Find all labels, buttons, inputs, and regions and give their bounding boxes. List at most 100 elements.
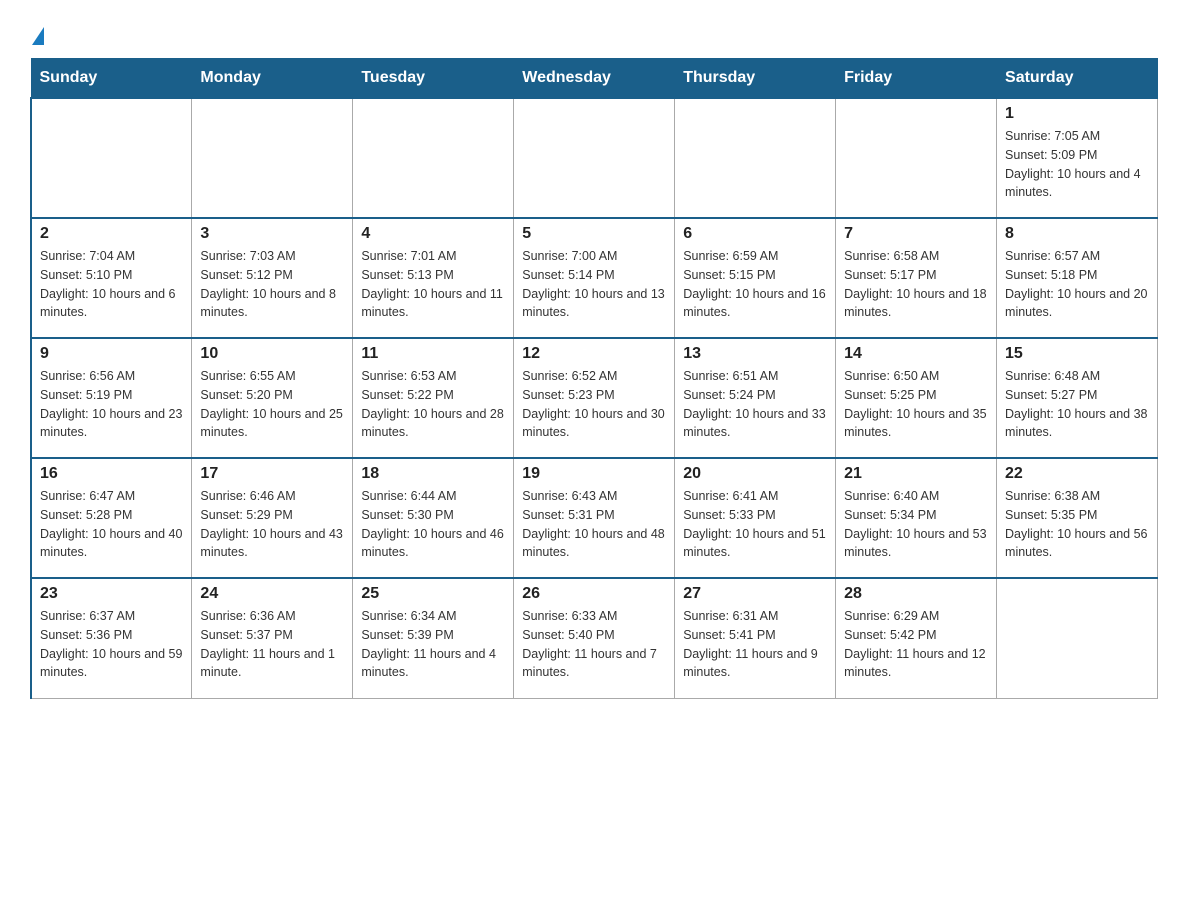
- day-number: 22: [1005, 465, 1149, 483]
- calendar-cell: 23 Sunrise: 6:37 AMSunset: 5:36 PMDayligh…: [31, 578, 192, 698]
- day-number: 21: [844, 465, 988, 483]
- day-number: 24: [200, 585, 344, 603]
- day-number: 11: [361, 345, 505, 363]
- day-number: 4: [361, 225, 505, 243]
- calendar-week-1: 1 Sunrise: 7:05 AMSunset: 5:09 PMDaylight…: [31, 98, 1158, 218]
- day-info: Sunrise: 6:59 AMSunset: 5:15 PMDaylight:…: [683, 247, 827, 322]
- calendar-cell: 20Sunrise: 6:41 AMSunset: 5:33 PMDayligh…: [675, 458, 836, 578]
- calendar-cell: [31, 98, 192, 218]
- calendar-cell: 15Sunrise: 6:48 AMSunset: 5:27 PMDayligh…: [997, 338, 1158, 458]
- calendar-cell: 18 Sunrise: 6:44 AMSunset: 5:30 PMDayligh…: [353, 458, 514, 578]
- calendar-cell: 12 Sunrise: 6:52 AMSunset: 5:23 PMDayligh…: [514, 338, 675, 458]
- day-info: Sunrise: 6:33 AMSunset: 5:40 PMDaylight:…: [522, 607, 666, 682]
- day-info: Sunrise: 6:57 AMSunset: 5:18 PMDaylight:…: [1005, 247, 1149, 322]
- calendar-cell: [514, 98, 675, 218]
- calendar-cell: 7 Sunrise: 6:58 AMSunset: 5:17 PMDaylight…: [836, 218, 997, 338]
- day-number: 9: [40, 345, 183, 363]
- calendar-cell: 10 Sunrise: 6:55 AMSunset: 5:20 PMDayligh…: [192, 338, 353, 458]
- day-number: 18: [361, 465, 505, 483]
- day-info: Sunrise: 6:58 AMSunset: 5:17 PMDaylight:…: [844, 247, 988, 322]
- calendar-cell: [997, 578, 1158, 698]
- calendar-cell: 13 Sunrise: 6:51 AMSunset: 5:24 PMDayligh…: [675, 338, 836, 458]
- day-number: 2: [40, 225, 183, 243]
- calendar-cell: 14Sunrise: 6:50 AMSunset: 5:25 PMDayligh…: [836, 338, 997, 458]
- day-info: Sunrise: 6:55 AMSunset: 5:20 PMDaylight:…: [200, 367, 344, 442]
- calendar-cell: [353, 98, 514, 218]
- day-number: 14: [844, 345, 988, 363]
- day-info: Sunrise: 6:53 AMSunset: 5:22 PMDaylight:…: [361, 367, 505, 442]
- day-info: Sunrise: 6:47 AMSunset: 5:28 PMDaylight:…: [40, 487, 183, 562]
- day-info: Sunrise: 6:46 AMSunset: 5:29 PMDaylight:…: [200, 487, 344, 562]
- calendar-cell: 5 Sunrise: 7:00 AMSunset: 5:14 PMDaylight…: [514, 218, 675, 338]
- day-number: 12: [522, 345, 666, 363]
- calendar-cell: [836, 98, 997, 218]
- day-info: Sunrise: 6:36 AMSunset: 5:37 PMDaylight:…: [200, 607, 344, 682]
- calendar-cell: 11 Sunrise: 6:53 AMSunset: 5:22 PMDayligh…: [353, 338, 514, 458]
- weekday-header-row: SundayMondayTuesdayWednesdayThursdayFrid…: [31, 59, 1158, 99]
- day-info: Sunrise: 6:34 AMSunset: 5:39 PMDaylight:…: [361, 607, 505, 682]
- day-info: Sunrise: 6:52 AMSunset: 5:23 PMDaylight:…: [522, 367, 666, 442]
- calendar-cell: 17 Sunrise: 6:46 AMSunset: 5:29 PMDayligh…: [192, 458, 353, 578]
- calendar-body: 1 Sunrise: 7:05 AMSunset: 5:09 PMDaylight…: [31, 98, 1158, 698]
- calendar-week-2: 2Sunrise: 7:04 AMSunset: 5:10 PMDaylight…: [31, 218, 1158, 338]
- calendar-cell: 22Sunrise: 6:38 AMSunset: 5:35 PMDayligh…: [997, 458, 1158, 578]
- calendar-cell: 8 Sunrise: 6:57 AMSunset: 5:18 PMDaylight…: [997, 218, 1158, 338]
- day-number: 6: [683, 225, 827, 243]
- calendar-cell: 1 Sunrise: 7:05 AMSunset: 5:09 PMDaylight…: [997, 98, 1158, 218]
- day-info: Sunrise: 7:01 AMSunset: 5:13 PMDaylight:…: [361, 247, 505, 322]
- calendar-cell: 21 Sunrise: 6:40 AMSunset: 5:34 PMDayligh…: [836, 458, 997, 578]
- day-number: 23: [40, 585, 183, 603]
- calendar-cell: [675, 98, 836, 218]
- weekday-header-saturday: Saturday: [997, 59, 1158, 99]
- day-info: Sunrise: 6:56 AMSunset: 5:19 PMDaylight:…: [40, 367, 183, 442]
- day-number: 28: [844, 585, 988, 603]
- day-number: 26: [522, 585, 666, 603]
- weekday-header-monday: Monday: [192, 59, 353, 99]
- day-info: Sunrise: 6:37 AMSunset: 5:36 PMDaylight:…: [40, 607, 183, 682]
- calendar-cell: 6 Sunrise: 6:59 AMSunset: 5:15 PMDaylight…: [675, 218, 836, 338]
- calendar-cell: 26 Sunrise: 6:33 AMSunset: 5:40 PMDayligh…: [514, 578, 675, 698]
- calendar-week-5: 23 Sunrise: 6:37 AMSunset: 5:36 PMDayligh…: [31, 578, 1158, 698]
- day-info: Sunrise: 7:00 AMSunset: 5:14 PMDaylight:…: [522, 247, 666, 322]
- page-header: [30, 20, 1158, 48]
- day-number: 20: [683, 465, 827, 483]
- calendar-cell: 25Sunrise: 6:34 AMSunset: 5:39 PMDayligh…: [353, 578, 514, 698]
- logo: [30, 20, 44, 48]
- day-info: Sunrise: 7:05 AMSunset: 5:09 PMDaylight:…: [1005, 127, 1149, 202]
- calendar-header: SundayMondayTuesdayWednesdayThursdayFrid…: [31, 59, 1158, 99]
- logo-triangle-icon: [32, 27, 44, 45]
- calendar-week-4: 16Sunrise: 6:47 AMSunset: 5:28 PMDayligh…: [31, 458, 1158, 578]
- day-info: Sunrise: 6:31 AMSunset: 5:41 PMDaylight:…: [683, 607, 827, 682]
- calendar-cell: 19 Sunrise: 6:43 AMSunset: 5:31 PMDayligh…: [514, 458, 675, 578]
- weekday-header-sunday: Sunday: [31, 59, 192, 99]
- day-number: 17: [200, 465, 344, 483]
- calendar-cell: 28 Sunrise: 6:29 AMSunset: 5:42 PMDayligh…: [836, 578, 997, 698]
- day-info: Sunrise: 6:40 AMSunset: 5:34 PMDaylight:…: [844, 487, 988, 562]
- weekday-header-tuesday: Tuesday: [353, 59, 514, 99]
- day-number: 1: [1005, 105, 1149, 123]
- calendar-cell: 4 Sunrise: 7:01 AMSunset: 5:13 PMDaylight…: [353, 218, 514, 338]
- calendar-cell: 16Sunrise: 6:47 AMSunset: 5:28 PMDayligh…: [31, 458, 192, 578]
- day-number: 5: [522, 225, 666, 243]
- day-info: Sunrise: 6:51 AMSunset: 5:24 PMDaylight:…: [683, 367, 827, 442]
- weekday-header-friday: Friday: [836, 59, 997, 99]
- day-number: 7: [844, 225, 988, 243]
- weekday-header-thursday: Thursday: [675, 59, 836, 99]
- day-info: Sunrise: 6:29 AMSunset: 5:42 PMDaylight:…: [844, 607, 988, 682]
- calendar-cell: 27 Sunrise: 6:31 AMSunset: 5:41 PMDayligh…: [675, 578, 836, 698]
- calendar-week-3: 9 Sunrise: 6:56 AMSunset: 5:19 PMDaylight…: [31, 338, 1158, 458]
- calendar-cell: 3Sunrise: 7:03 AMSunset: 5:12 PMDaylight…: [192, 218, 353, 338]
- day-info: Sunrise: 6:48 AMSunset: 5:27 PMDaylight:…: [1005, 367, 1149, 442]
- calendar-cell: [192, 98, 353, 218]
- calendar-cell: 24 Sunrise: 6:36 AMSunset: 5:37 PMDayligh…: [192, 578, 353, 698]
- day-number: 19: [522, 465, 666, 483]
- day-info: Sunrise: 6:44 AMSunset: 5:30 PMDaylight:…: [361, 487, 505, 562]
- day-number: 8: [1005, 225, 1149, 243]
- day-info: Sunrise: 7:03 AMSunset: 5:12 PMDaylight:…: [200, 247, 344, 322]
- calendar-table: SundayMondayTuesdayWednesdayThursdayFrid…: [30, 58, 1158, 699]
- day-number: 13: [683, 345, 827, 363]
- day-number: 27: [683, 585, 827, 603]
- calendar-cell: 2Sunrise: 7:04 AMSunset: 5:10 PMDaylight…: [31, 218, 192, 338]
- day-info: Sunrise: 6:43 AMSunset: 5:31 PMDaylight:…: [522, 487, 666, 562]
- day-number: 10: [200, 345, 344, 363]
